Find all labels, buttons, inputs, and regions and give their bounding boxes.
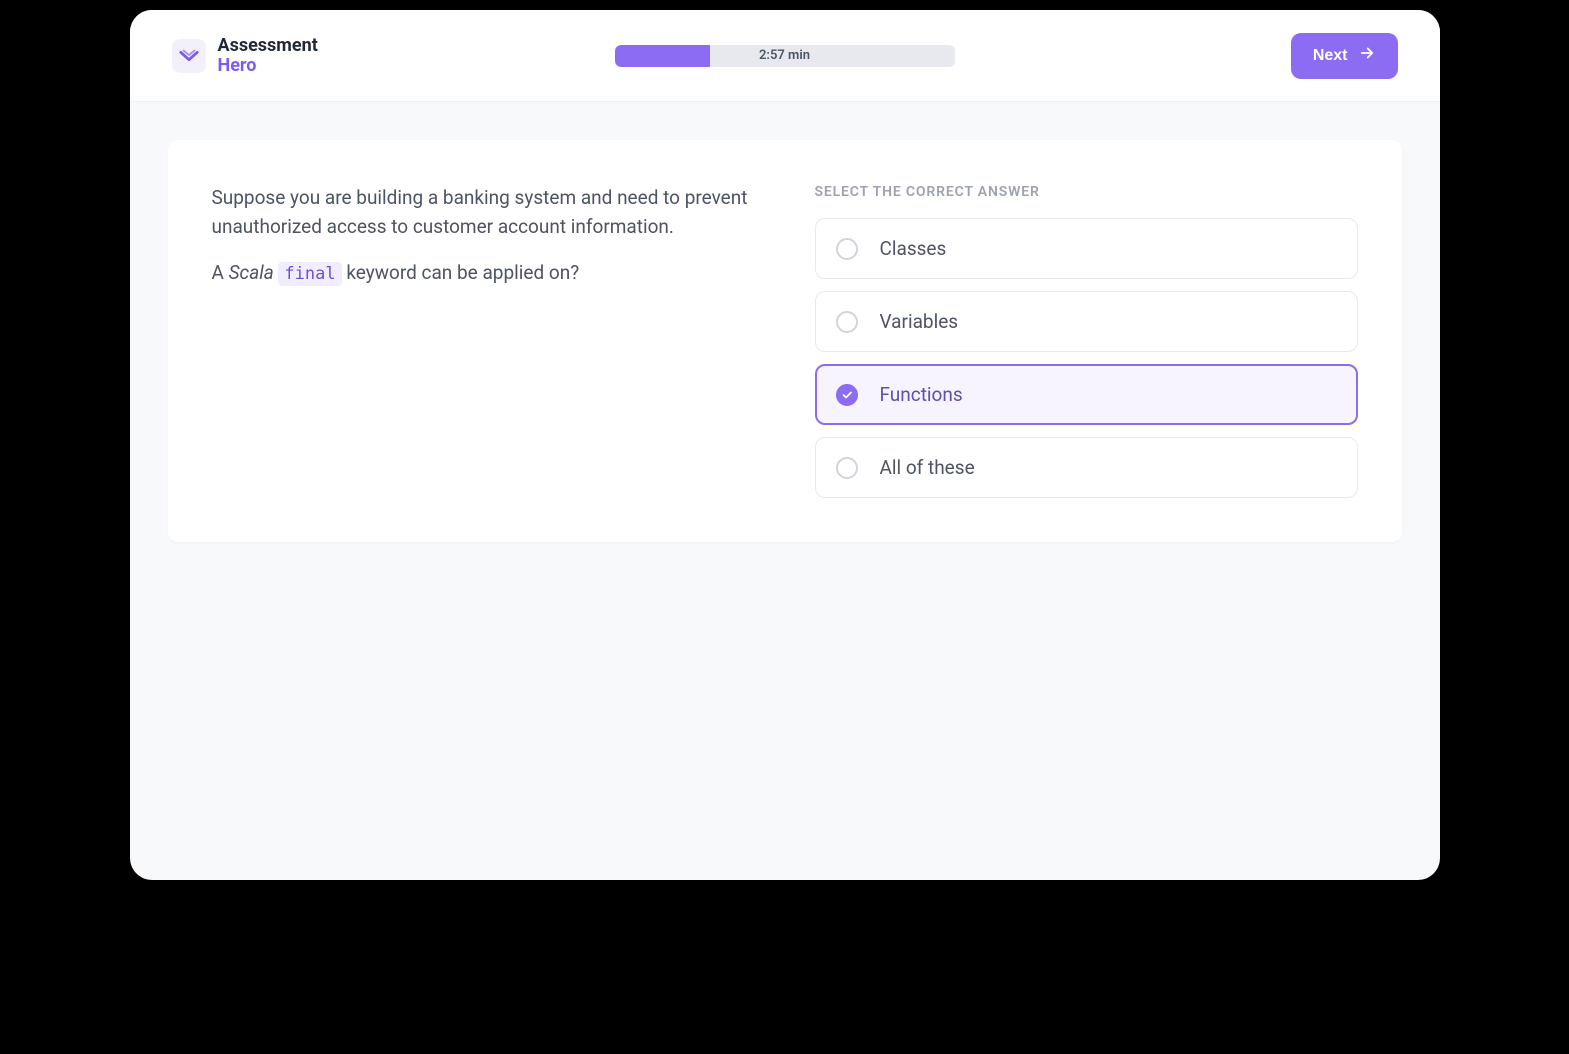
answer-option[interactable]: Functions	[815, 364, 1358, 425]
question-panel: Suppose you are building a banking syste…	[212, 184, 755, 498]
progress-fill	[615, 45, 710, 67]
radio-unselected-icon	[836, 457, 858, 479]
radio-unselected-icon	[836, 311, 858, 333]
header: Assessment Hero 2:57 min Next	[130, 10, 1440, 102]
options-list: Classes Variables Functions All of these	[815, 218, 1358, 498]
answers-panel: SELECT THE CORRECT ANSWER Classes Variabl…	[815, 184, 1358, 498]
answer-option-label: Variables	[880, 310, 959, 333]
question-context: Suppose you are building a banking syste…	[212, 184, 755, 241]
next-button-label: Next	[1313, 47, 1348, 65]
time-remaining: 2:57 min	[759, 48, 810, 63]
question-card: Suppose you are building a banking syste…	[168, 140, 1402, 542]
progress-bar: 2:57 min	[615, 45, 955, 67]
brand-logo-icon	[172, 39, 206, 73]
brand-name-line1: Assessment	[218, 36, 318, 56]
question-prompt-prefix: A	[212, 261, 229, 284]
brand-name: Assessment Hero	[218, 36, 318, 76]
question-prompt-italic: Scala	[229, 261, 279, 284]
question-prompt: A Scala final keyword can be applied on?	[212, 259, 755, 288]
content-area: Suppose you are building a banking syste…	[130, 102, 1440, 580]
next-button[interactable]: Next	[1291, 33, 1398, 79]
answer-option[interactable]: Variables	[815, 291, 1358, 352]
answer-option-label: All of these	[880, 456, 975, 479]
radio-selected-icon	[836, 384, 858, 406]
answer-option-label: Classes	[880, 237, 947, 260]
app-window: Assessment Hero 2:57 min Next Suppose yo…	[130, 10, 1440, 880]
answers-title: SELECT THE CORRECT ANSWER	[815, 184, 1358, 200]
question-prompt-code: final	[278, 262, 341, 286]
radio-unselected-icon	[836, 238, 858, 260]
brand-name-line2: Hero	[218, 56, 318, 76]
brand-logo: Assessment Hero	[172, 36, 318, 76]
answer-option-label: Functions	[880, 383, 963, 406]
answer-option[interactable]: Classes	[815, 218, 1358, 279]
answer-option[interactable]: All of these	[815, 437, 1358, 498]
arrow-right-icon	[1358, 44, 1376, 67]
question-prompt-suffix: keyword can be applied on?	[342, 261, 580, 284]
